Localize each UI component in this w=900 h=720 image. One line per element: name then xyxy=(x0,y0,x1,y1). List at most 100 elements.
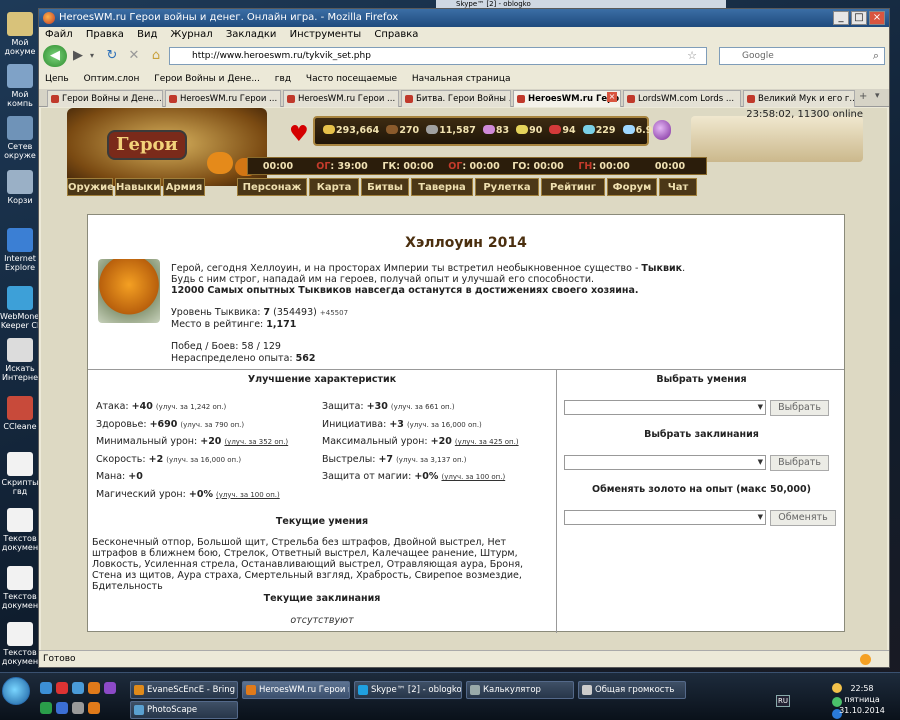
quicklaunch-icon[interactable] xyxy=(88,702,100,714)
new-tab-icon[interactable]: + xyxy=(859,91,867,102)
close-button[interactable]: × xyxy=(869,11,885,25)
main-menu-item[interactable]: Карта xyxy=(309,178,359,196)
timer-0: 00:00 xyxy=(262,161,294,172)
tab-close-icon[interactable]: × xyxy=(607,92,617,102)
bookmark-item[interactable]: Начальная страница xyxy=(412,74,511,84)
back-button[interactable]: ◀ xyxy=(43,45,67,67)
browser-tab[interactable]: Битва. Герои Войны ... xyxy=(401,90,511,107)
browser-tab[interactable]: HeroesWM.ru Герои ... xyxy=(283,90,399,107)
bookmarks-toolbar: Цепь Оптим.слон Герои Войны и Дене... гв… xyxy=(39,71,889,87)
desktop-icon-my-computer[interactable]: Мой компь xyxy=(0,64,40,108)
desktop-icon-text-document-1[interactable]: Текстов докумен xyxy=(0,508,40,552)
minimize-button[interactable]: _ xyxy=(833,11,849,25)
main-menu-item[interactable]: Битвы xyxy=(361,178,409,196)
quicklaunch-icon[interactable] xyxy=(40,702,52,714)
menu-file[interactable]: Файл xyxy=(45,29,73,40)
browser-tab-active[interactable]: HeroesWM.ru Геро... xyxy=(513,90,621,107)
opera-icon[interactable] xyxy=(56,682,68,694)
menu-bookmarks[interactable]: Закладки xyxy=(226,29,277,40)
main-menu-item[interactable]: Рулетка xyxy=(475,178,539,196)
bookmark-item[interactable]: Цепь xyxy=(45,74,69,84)
taskbar-item-photoscape[interactable]: PhotoScape xyxy=(130,701,238,719)
tab-list-icon[interactable]: ▾ xyxy=(875,91,880,101)
upgrade-link[interactable]: (улуч. за 352 оп.) xyxy=(224,438,288,446)
search-icon[interactable]: ⌕ xyxy=(869,45,883,67)
bookmark-item[interactable]: Часто посещаемые xyxy=(306,74,397,84)
browser-tab[interactable]: Великий Мук и его г... xyxy=(743,90,855,107)
background-skype-window[interactable]: Skype™ [2] - oblogko xyxy=(436,0,726,8)
bookmark-item[interactable]: Герои Войны и Дене... xyxy=(154,74,260,84)
desktop-icon-ccleaner[interactable]: CCleane xyxy=(0,396,40,431)
quicklaunch-icon[interactable] xyxy=(72,682,84,694)
choose-skill-button[interactable]: Выбрать xyxy=(770,400,829,416)
desktop-icon-recycle-bin[interactable]: Корзи xyxy=(0,170,40,205)
browser-tab[interactable]: Герои Войны и Дене... xyxy=(47,90,163,107)
quicklaunch-icon[interactable] xyxy=(104,682,116,694)
skill-select[interactable]: ▼ xyxy=(564,400,766,415)
start-button[interactable] xyxy=(2,677,30,705)
left-menu-item[interactable]: Армия xyxy=(163,178,205,196)
home-icon[interactable]: ⌂ xyxy=(147,45,165,67)
menu-edit[interactable]: Правка xyxy=(86,29,124,40)
menu-history[interactable]: Журнал xyxy=(171,29,213,40)
upgrade-link[interactable]: (улуч. за 425 оп.) xyxy=(455,438,519,446)
left-menu-item[interactable]: Навыки xyxy=(115,178,161,196)
bookmark-item[interactable]: Оптим.слон xyxy=(84,74,140,84)
browser-tab[interactable]: HeroesWM.ru Герои ... xyxy=(165,90,281,107)
menu-tools[interactable]: Инструменты xyxy=(290,29,362,40)
desktop-icon-search[interactable]: Искать Интерне xyxy=(0,338,40,382)
taskbar-item-calculator[interactable]: Калькулятор xyxy=(466,681,574,699)
bookmark-star-icon[interactable]: ☆ xyxy=(685,45,699,67)
main-menu-item[interactable]: Таверна xyxy=(411,178,473,196)
menu-view[interactable]: Вид xyxy=(137,29,157,40)
bookmark-item[interactable]: гвд xyxy=(275,74,291,84)
browser-tab[interactable]: LordsWM.com Lords ... xyxy=(623,90,741,107)
url-bar[interactable]: http://www.heroeswm.ru/tykvik_set.php xyxy=(169,47,707,65)
event-panel: Хэллоуин 2014 Герой, сегодня Хеллоуин, и… xyxy=(87,214,845,633)
desktop-icon-scripts[interactable]: Скрипты гвд xyxy=(0,452,40,496)
game-banner: Герои xyxy=(67,108,267,186)
window-titlebar[interactable]: HeroesWM.ru Герои войны и денег. Онлайн … xyxy=(39,9,889,27)
upgrade-link[interactable]: (улуч. за 100 оп.) xyxy=(441,473,505,481)
exchange-button[interactable]: Обменять xyxy=(770,510,836,526)
game-logo[interactable]: Герои xyxy=(107,130,187,160)
taskbar-item-skype[interactable]: Skype™ [2] - oblogko xyxy=(354,681,462,699)
desktop-icon-my-documents[interactable]: Мой докуме xyxy=(0,12,40,56)
quicklaunch-icon[interactable] xyxy=(40,682,52,694)
desktop-icon-internet-explorer[interactable]: Internet Explore xyxy=(0,228,40,272)
history-dropdown-icon[interactable]: ▾ xyxy=(87,45,97,67)
main-menu-item[interactable]: Форум xyxy=(607,178,657,196)
stop-icon[interactable]: ✕ xyxy=(125,45,143,67)
forward-button[interactable]: ▶ xyxy=(71,45,85,67)
spell-select[interactable]: ▼ xyxy=(564,455,766,470)
main-menu-item[interactable]: Чат xyxy=(659,178,697,196)
desktop-icon-webmoney[interactable]: WebMoney Keeper Cl xyxy=(0,286,44,330)
quicklaunch-icon[interactable] xyxy=(56,702,68,714)
gold-amount-select[interactable]: ▼ xyxy=(564,510,766,525)
choose-spell-button[interactable]: Выбрать xyxy=(770,455,829,471)
addon-icon[interactable] xyxy=(860,654,871,665)
main-menu-item[interactable]: Рейтинг xyxy=(541,178,605,196)
desktop-icon-text-document-3[interactable]: Текстов докумен xyxy=(0,622,40,666)
left-menu-item[interactable]: Оружие xyxy=(67,178,114,196)
characteristic-row: Выстрелы: +7 (улуч. за 3,137 оп.) xyxy=(322,453,467,465)
reload-icon[interactable]: ↻ xyxy=(103,45,121,67)
tray-clock[interactable]: 22:58 пятница 31.10.2014 xyxy=(832,683,892,716)
main-menu-item[interactable]: Персонаж xyxy=(237,178,307,196)
taskbar-item-evanescence[interactable]: EvaneScEncE - Bring ... xyxy=(130,681,238,699)
resources-bar: 293,664 270 11,587 83 90 94 229 6.9 xyxy=(313,116,652,146)
taskbar-item-volume[interactable]: Общая громкость xyxy=(578,681,686,699)
language-indicator[interactable]: RU xyxy=(776,695,790,707)
desktop-icon-network[interactable]: Сетев окруже xyxy=(0,116,40,160)
taskbar-item-heroeswm[interactable]: HeroesWM.ru Герои в... xyxy=(242,681,350,699)
desktop-icon-text-document-2[interactable]: Текстов докумен xyxy=(0,566,40,610)
upgrade-link[interactable]: (улуч. за 100 оп.) xyxy=(216,491,280,499)
maximize-button[interactable]: □ xyxy=(851,11,867,25)
search-icon xyxy=(7,338,33,362)
search-input[interactable]: Google xyxy=(719,47,885,65)
game-header: Герои ♥ 293,664 270 11,587 83 90 94 229 … xyxy=(67,108,863,200)
menu-help[interactable]: Справка xyxy=(374,29,418,40)
quicklaunch-icon[interactable] xyxy=(72,702,84,714)
firefox-icon[interactable] xyxy=(88,682,100,694)
creature-level: Уровень Тыквика: 7 (354493) +45507 xyxy=(171,307,349,318)
